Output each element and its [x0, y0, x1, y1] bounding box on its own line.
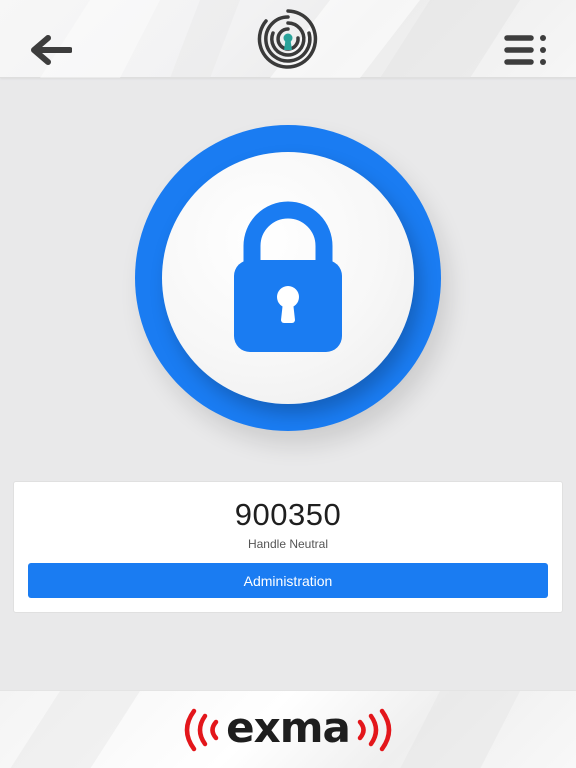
signal-waves-left-icon	[184, 708, 219, 752]
administration-button[interactable]: Administration	[28, 563, 548, 598]
exma-logo: exma	[0, 691, 576, 768]
top-bar	[0, 0, 576, 78]
signal-waves-right-icon	[357, 708, 392, 752]
footer-brand-bar: exma	[0, 690, 576, 768]
device-status: Handle Neutral	[247, 537, 329, 551]
menu-button[interactable]	[502, 30, 550, 70]
fingerprint-keyhole-logo	[257, 8, 319, 70]
list-menu-icon	[504, 35, 546, 65]
device-id: 900350	[234, 497, 342, 532]
lock-toggle-button[interactable]	[135, 125, 441, 431]
app-screen: 900350 Handle Neutral Administration exm…	[0, 0, 576, 768]
lock-area	[0, 78, 576, 478]
back-button[interactable]	[26, 28, 74, 72]
arrow-left-icon	[31, 35, 72, 65]
brand-name: exma	[226, 703, 351, 752]
padlock-closed-icon	[234, 201, 342, 352]
lock-button-face	[162, 152, 414, 404]
